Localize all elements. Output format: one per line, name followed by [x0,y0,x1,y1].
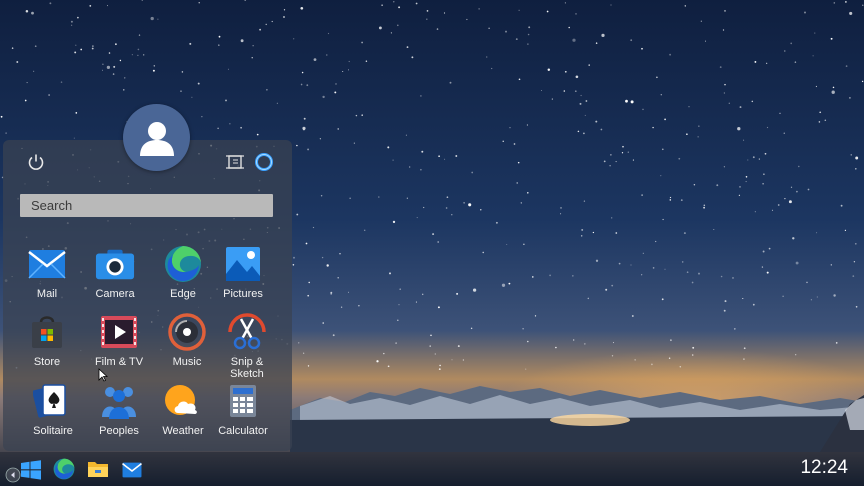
cortana-icon [255,153,273,171]
app-tile-people[interactable]: Peoples [86,381,152,437]
user-icon [139,121,174,156]
app-label: Music [172,356,202,368]
app-tile-mail[interactable]: Mail [14,244,80,300]
app-label: Store [33,356,61,368]
app-tile-store[interactable]: Store [14,312,80,368]
calculator-icon [223,381,263,421]
app-label: Film & TV [94,356,144,368]
start-button[interactable] [18,457,44,483]
app-tile-weather[interactable]: Weather [150,381,216,437]
app-tile-snip-sketch[interactable]: Snip & Sketch [214,312,280,380]
taskbar-file-explorer[interactable] [86,457,110,481]
app-label: Edge [170,288,196,300]
solitaire-icon [33,381,73,421]
app-label: Camera [95,288,135,300]
store-icon [27,312,67,352]
app-tile-calculator[interactable]: Calculator [210,381,276,437]
app-label: Peoples [99,425,139,437]
app-tile-camera[interactable]: Camera [82,244,148,300]
power-icon [28,154,44,170]
pictures-icon [223,244,263,284]
file-explorer-icon [88,462,108,477]
film-tv-icon [99,312,139,352]
mail-icon [27,244,67,284]
tablet-mode-icon [226,155,244,169]
app-tile-pictures[interactable]: Pictures [210,244,276,300]
people-icon [99,381,139,421]
power-button[interactable] [25,151,47,173]
search-box[interactable] [20,194,273,217]
app-tile-solitaire[interactable]: Solitaire [20,381,86,437]
app-label: Snip & Sketch [230,356,264,380]
user-avatar[interactable] [123,104,190,171]
windows-start-icon [21,460,41,480]
weather-icon [163,381,203,421]
music-icon [167,312,207,352]
start-menu: Mail Camera Edge [3,140,292,451]
app-tile-edge[interactable]: Edge [150,244,216,300]
app-label: Mail [36,288,58,300]
snip-sketch-icon [227,312,267,352]
cortana-button[interactable] [253,151,275,173]
mouse-cursor-icon [98,368,108,382]
taskbar: 12:24 [0,452,864,486]
edge-icon [53,458,75,480]
app-label: Pictures [223,288,263,300]
app-label: Calculator [218,425,268,437]
app-label: Weather [162,425,204,437]
app-tile-film-tv[interactable]: Film & TV [86,312,152,368]
search-input[interactable] [20,194,273,217]
taskbar-mail[interactable] [120,458,144,482]
camera-icon [95,244,135,284]
taskbar-clock[interactable]: 12:24 [800,457,848,479]
app-tile-music[interactable]: Music [154,312,220,368]
mail-icon [122,462,142,478]
taskbar-edge[interactable] [52,457,76,481]
edge-icon [163,244,203,284]
app-label: Solitaire [33,425,73,437]
tablet-mode-button[interactable] [224,152,246,172]
